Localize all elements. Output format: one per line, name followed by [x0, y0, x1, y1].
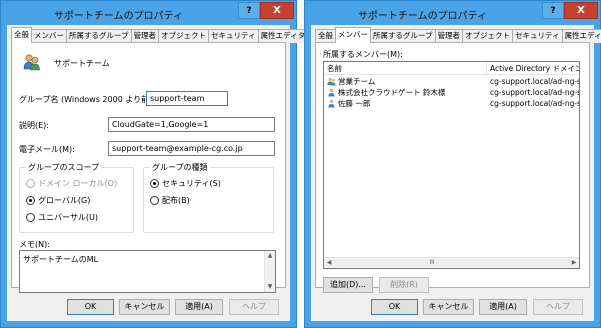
tab-security[interactable]: セキュリティ [512, 29, 563, 43]
scope-universal-label: ユニバーサル(U) [38, 213, 98, 222]
memo-scrollbar[interactable]: ▲ ▼ [264, 251, 275, 292]
group-scope-title: グループのスコープ [26, 162, 102, 173]
scroll-right-icon[interactable]: ▶ [569, 258, 579, 268]
window-title: サポートチームのプロパティ [53, 11, 184, 22]
members-label: 所属するメンバー(M): [323, 50, 403, 59]
apply-button[interactable]: 適用(A) [175, 299, 223, 315]
type-distribution-radio[interactable] [150, 196, 159, 205]
memo-label: メモ(N): [19, 240, 50, 249]
scope-domain-local-radio[interactable] [26, 179, 35, 188]
scope-universal-option[interactable]: ユニバーサル(U) [26, 212, 98, 223]
properties-window-members: サポートチームのプロパティ ? X 全般 メンバー 所属するグループ 管理者 オ… [304, 0, 601, 328]
member-folder: cg-support.local/ad-ng-sup.isr.co.jp/東京 [490, 77, 580, 86]
column-separator[interactable] [486, 62, 487, 75]
members-panel: 所属するメンバー(M): 名前 Active Directory ドメイン サー… [315, 42, 590, 293]
type-security-label: セキュリティ(S) [162, 179, 221, 188]
tab-object[interactable]: オブジェクト [158, 29, 210, 43]
memo-text: サポートチームのML [23, 255, 99, 264]
general-panel: サポートチーム グループ名 (Windows 2000 より前)(W): sup… [11, 42, 286, 293]
tab-strip: 全般 メンバー 所属するグループ 管理者 オブジェクト セキュリティ 属性エディ… [315, 27, 601, 43]
column-folder[interactable]: Active Directory ドメイン サービス フォルダー [490, 63, 579, 74]
title-bar: サポートチームのプロパティ ? X [1, 1, 296, 25]
scroll-down-icon[interactable]: ▼ [265, 282, 275, 292]
member-folder: cg-support.local/ad-ng-sup.isr.co.jp/東京 [490, 88, 580, 97]
user-icon [328, 99, 335, 108]
member-folder: cg-support.local/ad-ng-sup.isr.co.jp/東京 [490, 99, 580, 108]
tab-security[interactable]: セキュリティ [208, 29, 259, 43]
scroll-up-icon[interactable]: ▲ [265, 251, 275, 261]
memo-textarea[interactable]: サポートチームのML ▲ ▼ [19, 250, 276, 293]
email-input[interactable]: support-team@example-cg.co.jp [108, 141, 275, 156]
close-button[interactable]: X [260, 2, 294, 19]
tab-attribute-editor[interactable]: 属性エディター [561, 29, 601, 43]
group-icon [327, 77, 336, 86]
description-label: 説明(E): [19, 121, 49, 130]
cancel-button[interactable]: キャンセル [423, 299, 474, 315]
list-item[interactable]: 営業チーム cg-support.local/ad-ng-sup.isr.co.… [324, 76, 579, 87]
group-scope-box: グループのスコープ ドメイン ローカル(O) グローバル(G) ユニバーサル(U… [19, 162, 134, 233]
help-dialog-button[interactable]: ヘルプ [533, 299, 583, 315]
tab-members[interactable]: メンバー [31, 29, 67, 43]
ok-button[interactable]: OK [67, 299, 114, 315]
tab-strip: 全般 メンバー 所属するグループ 管理者 オブジェクト セキュリティ 属性エディ… [11, 27, 316, 43]
list-item[interactable]: 株式会社クラウドゲート 鈴木様 cg-support.local/ad-ng-s… [324, 87, 579, 98]
ok-button[interactable]: OK [371, 299, 418, 315]
group-type-title: グループの種類 [150, 162, 210, 173]
scope-global-label: グローバル(G) [38, 196, 91, 205]
cancel-button[interactable]: キャンセル [119, 299, 170, 315]
dialog-client: 全般 メンバー 所属するグループ 管理者 オブジェクト セキュリティ 属性エディ… [7, 25, 316, 321]
scope-universal-radio[interactable] [26, 213, 35, 222]
type-security-option[interactable]: セキュリティ(S) [150, 178, 221, 189]
horizontal-scrollbar[interactable]: ◀ III ▶ [324, 257, 579, 268]
dialog-client: 全般 メンバー 所属するグループ 管理者 オブジェクト セキュリティ 属性エディ… [311, 25, 601, 321]
tab-member-of[interactable]: 所属するグループ [370, 29, 436, 43]
list-item[interactable]: 佐藤 一郎 cg-support.local/ad-ng-sup.isr.co.… [324, 98, 579, 109]
apply-button[interactable]: 適用(A) [479, 299, 527, 315]
user-icon [328, 88, 335, 97]
pre2000-name-input[interactable]: support-team [146, 91, 228, 106]
member-name: 佐藤 一郎 [338, 99, 371, 108]
column-name[interactable]: 名前 [327, 63, 342, 74]
group-name-display: サポートチーム [54, 59, 110, 68]
members-list[interactable]: 名前 Active Directory ドメイン サービス フォルダー 営業チー… [323, 61, 580, 269]
group-type-box: グループの種類 セキュリティ(S) 配布(B) [143, 162, 274, 233]
tab-general[interactable]: 全般 [11, 27, 32, 43]
type-distribution-option[interactable]: 配布(B) [150, 195, 190, 206]
member-name: 営業チーム [338, 77, 376, 86]
tab-object[interactable]: オブジェクト [462, 29, 514, 43]
description-input[interactable]: CloudGate=1,Google=1 [108, 117, 275, 132]
email-label: 電子メール(M): [19, 145, 75, 154]
tab-members[interactable]: メンバー [335, 27, 371, 43]
remove-button[interactable]: 削除(R) [379, 277, 429, 293]
properties-window-general: サポートチームのプロパティ ? X 全般 メンバー 所属するグループ 管理者 オ… [0, 0, 316, 328]
scope-global-option[interactable]: グローバル(G) [26, 195, 90, 206]
title-bar: サポートチームのプロパティ ? X [305, 1, 600, 25]
tab-managed-by[interactable]: 管理者 [130, 29, 160, 43]
tab-managed-by[interactable]: 管理者 [434, 29, 464, 43]
add-button[interactable]: 追加(D)... [323, 277, 373, 293]
scope-global-radio[interactable] [26, 196, 35, 205]
tab-member-of[interactable]: 所属するグループ [66, 29, 132, 43]
list-header: 名前 Active Directory ドメイン サービス フォルダー [324, 62, 579, 75]
group-users-icon [23, 54, 40, 71]
close-button[interactable]: X [564, 2, 598, 19]
help-button[interactable]: ? [238, 2, 260, 19]
type-security-radio[interactable] [150, 179, 159, 188]
help-dialog-button[interactable]: ヘルプ [229, 299, 279, 315]
type-distribution-label: 配布(B) [162, 196, 190, 205]
scope-domain-local-label: ドメイン ローカル(O) [38, 179, 118, 188]
tab-general[interactable]: 全般 [315, 29, 336, 43]
scroll-thumb[interactable]: III [428, 260, 436, 266]
scope-domain-local-option[interactable]: ドメイン ローカル(O) [26, 178, 117, 189]
scroll-left-icon[interactable]: ◀ [324, 258, 334, 268]
window-title: サポートチームのプロパティ [357, 11, 488, 22]
member-name: 株式会社クラウドゲート 鈴木様 [338, 88, 446, 97]
help-button[interactable]: ? [542, 2, 564, 19]
